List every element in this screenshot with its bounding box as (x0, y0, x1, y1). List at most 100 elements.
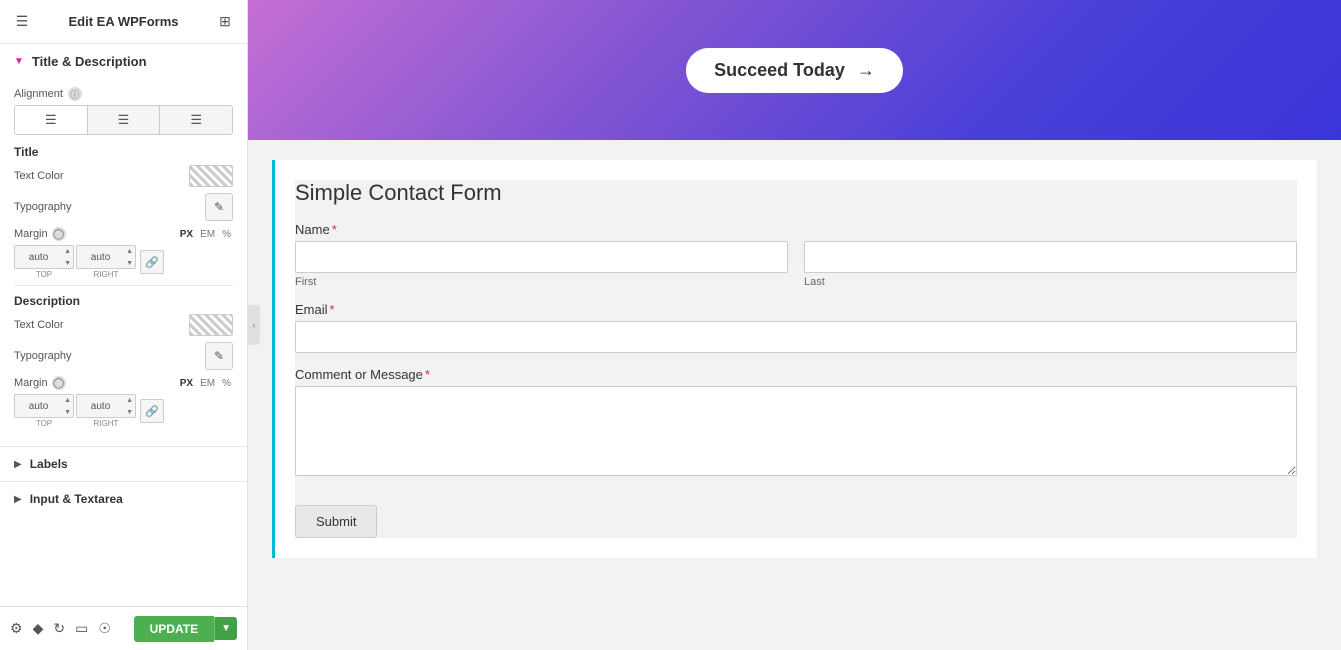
title-margin-em-unit[interactable]: EM (198, 228, 217, 241)
title-margin-right-up[interactable]: ▲ (124, 245, 135, 257)
desc-margin-top-input-wrap: ▲ ▼ (14, 394, 74, 418)
desc-margin-units: PX EM % (178, 377, 233, 390)
desc-text-color-swatch[interactable] (189, 314, 233, 336)
email-field-label: Email* (295, 302, 1297, 317)
update-button[interactable]: UPDATE (134, 616, 214, 642)
sidebar-header: ☰ Edit EA WPForms ⊞ (0, 0, 247, 44)
title-margin-top-label: TOP (36, 270, 52, 279)
desc-margin-right-up[interactable]: ▲ (124, 394, 135, 406)
title-margin-top-down[interactable]: ▼ (62, 257, 73, 269)
hero-cta-button[interactable]: Succeed Today → (686, 48, 903, 93)
desc-text-color-label: Text Color (14, 319, 64, 331)
title-margin-minus-icon[interactable]: ◯ (52, 227, 66, 241)
desc-margin-top-group: ▲ ▼ TOP (14, 394, 74, 428)
desc-margin-inputs: ▲ ▼ TOP ▲ ▼ (14, 394, 233, 428)
input-textarea-arrow-icon: ▶ (14, 494, 22, 505)
desc-margin-pct-unit[interactable]: % (220, 377, 233, 390)
align-center-button[interactable]: ☰ (88, 106, 161, 134)
title-margin-inputs: ▲ ▼ TOP ▲ ▼ (14, 245, 233, 279)
title-margin-right-label: RIGHT (94, 270, 119, 279)
desc-margin-top-up[interactable]: ▲ (62, 394, 73, 406)
input-textarea-toggle[interactable]: ▶ Input & Textarea (0, 482, 247, 516)
title-text-color-row: Text Color (14, 165, 233, 187)
sidebar-header-title: Edit EA WPForms (68, 14, 178, 29)
desc-margin-top-down[interactable]: ▼ (62, 406, 73, 418)
desc-margin-top-input[interactable] (15, 401, 62, 412)
main-content: Succeed Today → Simple Contact Form Name… (248, 0, 1341, 650)
title-margin-right-down[interactable]: ▼ (124, 257, 135, 269)
name-field-label: Name* (295, 222, 1297, 237)
desc-margin-link-button[interactable]: 🔗 (140, 399, 164, 423)
title-margin-top-input-wrap: ▲ ▼ (14, 245, 74, 269)
desc-margin-em-unit[interactable]: EM (198, 377, 217, 390)
name-first-input[interactable] (295, 241, 788, 273)
form-wrapper: Simple Contact Form Name* First Last (272, 160, 1317, 558)
bottom-toolbar: ⚙ ◆ ↻ ▭ ☉ UPDATE ▼ (0, 606, 247, 650)
form-name-first-col: First (295, 241, 788, 288)
desc-typography-edit-button[interactable]: ✎ (205, 342, 233, 370)
settings-icon[interactable]: ⚙ (10, 620, 23, 637)
title-description-toggle[interactable]: ▼ Title & Description (0, 44, 247, 79)
desc-margin-minus-icon[interactable]: ◯ (52, 376, 66, 390)
comment-field-label: Comment or Message* (295, 367, 1297, 382)
hero-button-text: Succeed Today (714, 60, 845, 81)
title-margin-top-up[interactable]: ▲ (62, 245, 73, 257)
bottom-tool-icons: ⚙ ◆ ↻ ▭ ☉ (10, 620, 111, 637)
input-textarea-label: Input & Textarea (30, 492, 123, 506)
desc-text-color-row: Text Color (14, 314, 233, 336)
desc-margin-px-unit[interactable]: PX (178, 377, 195, 390)
undo-icon[interactable]: ↻ (53, 620, 65, 637)
submit-button[interactable]: Submit (295, 505, 377, 538)
update-btn-wrap: UPDATE ▼ (134, 616, 237, 642)
comment-field-group: Comment or Message* (295, 367, 1297, 481)
divider1 (14, 285, 233, 286)
desc-margin-right-input[interactable] (77, 401, 124, 412)
align-left-button[interactable]: ☰ (15, 106, 88, 134)
form-title: Simple Contact Form (295, 180, 1297, 206)
name-last-input[interactable] (804, 241, 1297, 273)
title-typography-row: Typography ✎ (14, 193, 233, 221)
input-textarea-section: ▶ Input & Textarea (0, 481, 247, 516)
hero-arrow-icon: → (857, 60, 875, 81)
name-required-star: * (332, 222, 337, 237)
hero-banner: Succeed Today → (248, 0, 1341, 140)
desc-margin-label: Margin ◯ (14, 376, 66, 390)
title-margin-pct-unit[interactable]: % (220, 228, 233, 241)
title-margin-right-spinners: ▲ ▼ (124, 245, 135, 269)
labels-toggle[interactable]: ▶ Labels (0, 447, 247, 481)
comment-textarea[interactable] (295, 386, 1297, 476)
grid-icon[interactable]: ⊞ (215, 12, 235, 32)
title-margin-units: PX EM % (178, 228, 233, 241)
align-right-button[interactable]: ☰ (160, 106, 232, 134)
alignment-label: Alignment ⓘ (14, 87, 233, 101)
title-margin-link-button[interactable]: 🔗 (140, 250, 164, 274)
email-input[interactable] (295, 321, 1297, 353)
labels-arrow-icon: ▶ (14, 459, 22, 470)
alignment-row: Alignment ⓘ ☰ ☰ ☰ (14, 87, 233, 135)
title-margin-top-input[interactable] (15, 252, 62, 263)
update-dropdown-button[interactable]: ▼ (214, 617, 237, 640)
form-area: Simple Contact Form Name* First Last (248, 140, 1341, 650)
desc-typography-row: Typography ✎ (14, 342, 233, 370)
title-margin-right-group: ▲ ▼ RIGHT (76, 245, 136, 279)
email-field-group: Email* (295, 302, 1297, 353)
layers-icon[interactable]: ◆ (33, 620, 44, 637)
responsive-icon[interactable]: ▭ (75, 620, 88, 637)
desc-margin-right-label: RIGHT (94, 419, 119, 428)
title-margin-px-unit[interactable]: PX (178, 228, 195, 241)
title-typography-label: Typography (14, 201, 71, 213)
title-margin-right-input[interactable] (77, 252, 124, 263)
title-margin-row: Margin ◯ PX EM % (14, 227, 233, 279)
preview-icon[interactable]: ☉ (98, 620, 111, 637)
alignment-buttons: ☰ ☰ ☰ (14, 105, 233, 135)
title-text-color-swatch[interactable] (189, 165, 233, 187)
title-typography-edit-button[interactable]: ✎ (205, 193, 233, 221)
title-margin-right-input-wrap: ▲ ▼ (76, 245, 136, 269)
name-field-group: Name* First Last (295, 222, 1297, 288)
comment-required-star: * (425, 367, 430, 382)
alignment-info-icon[interactable]: ⓘ (68, 87, 82, 101)
desc-margin-right-down[interactable]: ▼ (124, 406, 135, 418)
panel-body: Alignment ⓘ ☰ ☰ ☰ Title Text Color (0, 79, 247, 446)
hamburger-icon[interactable]: ☰ (12, 12, 32, 32)
description-subsection-label: Description (14, 294, 233, 308)
